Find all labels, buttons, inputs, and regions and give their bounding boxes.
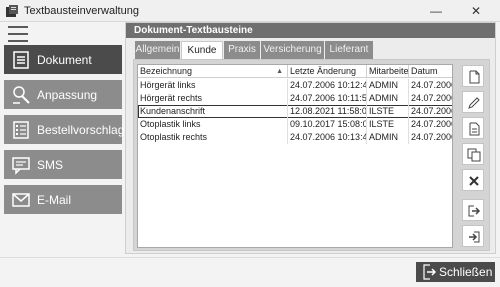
column-header-label: Bezeichnung <box>140 66 193 76</box>
close-button[interactable]: Schließen <box>416 262 495 282</box>
column-header-datum[interactable]: Datum <box>409 65 452 78</box>
sidebar-item-label: Bestellvorschlag <box>37 123 125 137</box>
export-icon <box>468 205 481 217</box>
import-button[interactable] <box>462 225 484 247</box>
sidebar-item-email[interactable]: E-Mail <box>4 185 122 214</box>
cell-bezeichnung: Hörgerät links <box>138 79 288 92</box>
delete-button[interactable] <box>462 169 484 191</box>
copy-button[interactable] <box>462 143 484 165</box>
app-icon <box>6 5 18 17</box>
document-icon <box>13 51 29 69</box>
panel-title: Dokument-Textbausteine <box>126 23 495 38</box>
text-blocks-table[interactable]: Bezeichnung ▲ Letzte Änderung Mitarbeite… <box>137 64 453 248</box>
sms-icon <box>12 157 30 175</box>
tab-kunde[interactable]: Kunde <box>181 41 223 60</box>
close-window-button[interactable]: ✕ <box>456 0 496 22</box>
column-header-bezeichnung[interactable]: Bezeichnung ▲ <box>138 65 288 78</box>
sort-ascending-icon: ▲ <box>276 68 283 75</box>
sidebar-item-label: Anpassung <box>37 88 98 102</box>
table-header: Bezeichnung ▲ Letzte Änderung Mitarbeite… <box>138 65 452 78</box>
tab-versicherung[interactable]: Versicherung <box>261 41 324 59</box>
tab-lieferant[interactable]: Lieferant <box>325 41 373 59</box>
details-button[interactable] <box>462 117 484 139</box>
cell-letzte-aenderung: 09.10.2017 15:08:04 <box>290 118 367 131</box>
text-blocks-panel: Dokument-Textbausteine Allgemein Kunde P… <box>125 22 496 254</box>
new-document-icon <box>469 70 480 84</box>
edit-pencil-icon <box>468 97 480 109</box>
delete-x-icon <box>469 176 479 186</box>
table-row[interactable]: Otoplastik rechts 24.07.2006 10:13:47 AD… <box>138 131 453 144</box>
cell-datum: 24.07.2006 <box>411 119 453 129</box>
sidebar-item-anpassung[interactable]: Anpassung <box>4 80 122 109</box>
table-row[interactable]: Otoplastik links 09.10.2017 15:08:04 ILS… <box>138 118 453 131</box>
column-header-mitarbeiter[interactable]: Mitarbeite <box>367 65 409 78</box>
title-bar: Textbausteinverwaltung — ✕ <box>0 0 500 22</box>
tab-content: Bezeichnung ▲ Letzte Änderung Mitarbeite… <box>133 59 490 251</box>
cell-letzte-aenderung: 24.07.2006 10:12:41 <box>290 79 367 92</box>
exit-door-icon <box>423 264 436 280</box>
table-row[interactable]: Hörgerät links 24.07.2006 10:12:41 ADMIN… <box>138 79 453 92</box>
minimize-button[interactable]: — <box>416 0 456 22</box>
sidebar-item-bestellvorschlag[interactable]: Bestellvorschlag <box>4 115 125 144</box>
email-icon <box>12 193 30 207</box>
cell-letzte-aenderung: 24.07.2006 10:13:47 <box>290 131 367 144</box>
cell-bezeichnung: Otoplastik links <box>138 118 288 131</box>
window-title: Textbausteinverwaltung <box>24 5 139 17</box>
column-header-letzte-aenderung[interactable]: Letzte Änderung <box>288 65 367 78</box>
cell-datum: 24.07.2006 <box>411 132 453 142</box>
cell-letzte-aenderung: 24.07.2006 10:11:52 <box>290 92 367 105</box>
cell-bezeichnung: Otoplastik rechts <box>138 131 288 144</box>
import-icon <box>469 231 480 243</box>
hamburger-menu-icon[interactable] <box>8 26 28 42</box>
details-icon <box>469 122 480 136</box>
copy-icon <box>467 148 481 162</box>
tab-praxis[interactable]: Praxis <box>224 41 260 59</box>
cell-letzte-aenderung: 12.08.2021 11:58:03 <box>290 105 367 118</box>
sidebar-item-label: SMS <box>37 158 64 172</box>
footer-divider <box>0 257 500 258</box>
sidebar-item-dokument[interactable]: Dokument <box>4 45 122 74</box>
sidebar-item-label: Dokument <box>37 53 92 67</box>
cell-datum: 24.07.2006 <box>411 106 453 116</box>
table-row[interactable]: Hörgerät rechts 24.07.2006 10:11:52 ADMI… <box>138 92 453 105</box>
cell-datum: 24.07.2006 <box>411 80 453 90</box>
cell-mitarbeiter: ADMIN <box>367 131 409 144</box>
tab-allgemein[interactable]: Allgemein <box>135 41 180 59</box>
cell-mitarbeiter: ADMIN <box>367 79 409 92</box>
table-row-selected[interactable]: Kundenanschrift 12.08.2021 11:58:03 ILST… <box>138 105 453 118</box>
new-button[interactable] <box>462 65 484 87</box>
cell-mitarbeiter: ADMIN <box>367 92 409 105</box>
close-button-label: Schließen <box>439 265 493 279</box>
cell-mitarbeiter: ILSTE <box>367 105 409 118</box>
cell-datum: 24.07.2006 <box>411 93 453 103</box>
cell-mitarbeiter: ILSTE <box>367 118 409 131</box>
order-list-icon <box>13 121 29 139</box>
sidebar-item-sms[interactable]: SMS <box>4 150 122 179</box>
export-button[interactable] <box>462 199 484 221</box>
sidebar-item-label: E-Mail <box>37 193 72 207</box>
cell-bezeichnung: Kundenanschrift <box>138 105 288 118</box>
cell-bezeichnung: Hörgerät rechts <box>138 92 288 105</box>
sidebar: Dokument Anpassung Bestellvorschlag SMS <box>0 22 128 257</box>
edit-button[interactable] <box>462 91 484 113</box>
customize-icon <box>13 86 30 104</box>
